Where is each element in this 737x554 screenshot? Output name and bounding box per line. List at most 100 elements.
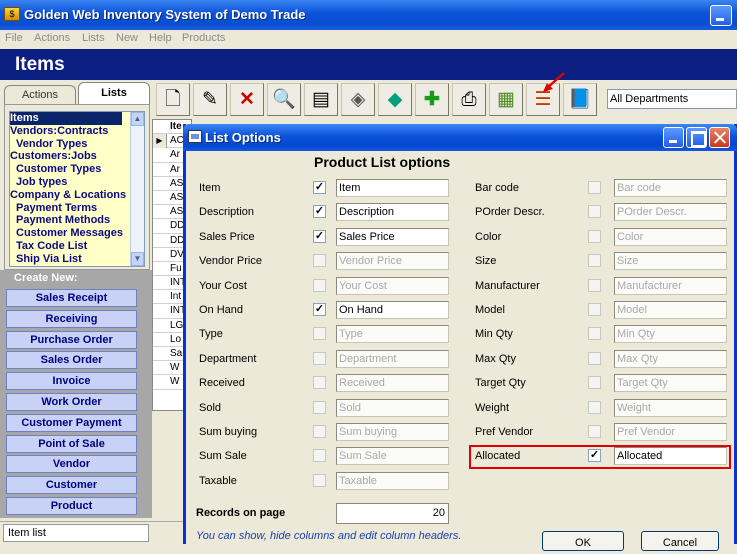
option-checkbox[interactable]: ✓ [588,449,601,463]
department-select[interactable]: All Departments [607,89,737,109]
create-sales-receipt-button[interactable]: Sales Receipt [6,289,137,307]
scroll-down-icon[interactable]: ▼ [131,252,144,266]
option-checkbox[interactable] [313,327,326,341]
option-checkbox[interactable] [313,254,326,268]
minimize-button[interactable] [710,5,732,26]
column-header-input[interactable]: Item [336,179,449,197]
edit-icon[interactable]: ✎ [193,83,227,116]
menu-new[interactable]: New [116,32,138,44]
create-receiving-button[interactable]: Receiving [6,309,137,328]
option-checkbox[interactable]: ✓ [313,303,326,316]
delete-icon[interactable]: ✕ [230,83,264,116]
menu-products[interactable]: Products [182,32,225,44]
column-header-input[interactable]: Color [614,227,727,246]
option-checkbox[interactable] [313,351,326,365]
create-customer-payment-button[interactable]: Customer Payment [6,413,137,432]
column-header-input[interactable]: Received [336,374,449,393]
list-item[interactable]: Ship Via List [10,253,144,266]
book-icon[interactable]: 📘 [563,83,597,116]
ok-button[interactable]: OK [542,531,624,551]
calculator-icon[interactable]: ▦ [489,83,523,116]
option-checkbox[interactable] [588,229,601,243]
column-header-input[interactable]: Weight [614,398,727,417]
column-header-input[interactable]: Department [336,349,449,368]
option-checkbox[interactable] [588,205,601,219]
list-item[interactable]: Vendor Types [10,138,144,151]
dialog-minimize-button[interactable] [663,127,684,148]
tab-lists[interactable]: Lists [78,82,150,104]
dialog-close-button[interactable] [709,127,730,148]
column-header-input[interactable]: Sum Sale [336,447,449,466]
column-header-input[interactable]: Your Cost [336,276,449,295]
menu-lists[interactable]: Lists [82,32,105,44]
list-item[interactable]: Vendors:Contracts [10,125,144,138]
option-checkbox[interactable] [588,181,601,194]
list-item[interactable]: Customers:Jobs [10,150,144,163]
column-header-input[interactable]: Sold [336,398,449,417]
column-header-input[interactable]: Target Qty [614,374,727,393]
column-header-input[interactable]: Sum buying [336,423,449,441]
option-checkbox[interactable] [313,278,326,292]
option-checkbox[interactable] [313,400,326,414]
list-item[interactable]: Tax Code List [10,240,144,253]
list-item[interactable]: Items [10,112,122,125]
option-checkbox[interactable] [588,278,601,292]
lists-scrollbar[interactable]: ▲ ▼ [130,112,144,266]
option-checkbox[interactable] [313,449,326,463]
option-checkbox[interactable]: ✓ [313,181,326,194]
column-header-input[interactable]: Min Qty [614,325,727,344]
gem-icon[interactable]: ◈ [341,83,375,116]
scroll-up-icon[interactable]: ▲ [131,112,144,126]
column-header-input[interactable]: Taxable [336,471,449,490]
column-header-input[interactable]: POrder Descr. [614,203,727,222]
list-item[interactable]: Job types [10,176,144,189]
list-item[interactable]: Customer Types [10,163,144,176]
column-header-input[interactable]: Vendor Price [336,252,449,271]
column-header-input[interactable]: Type [336,325,449,344]
search-icon[interactable]: 🔍 [267,83,301,116]
option-checkbox[interactable] [313,473,326,487]
records-on-page-input[interactable]: 20 [336,503,449,524]
column-header-input[interactable]: Max Qty [614,349,727,368]
create-vendor-button[interactable]: Vendor [6,455,137,474]
create-customer-button[interactable]: Customer [6,476,137,495]
option-checkbox[interactable]: ✓ [313,205,326,219]
list-item[interactable]: Payment Methods [10,214,144,227]
option-checkbox[interactable] [588,254,601,268]
menu-file[interactable]: File [5,32,23,44]
add-icon[interactable]: ✚ [415,83,449,116]
column-header-input[interactable]: On Hand [336,301,449,319]
column-header-input[interactable]: Size [614,252,727,271]
cancel-button[interactable]: Cancel [641,531,719,551]
option-checkbox[interactable] [588,376,601,390]
option-checkbox[interactable] [313,425,326,438]
lists-listbox[interactable]: ▲ ▼ Items Vendors:Contracts Vendor Types Cu… [9,111,145,267]
list-item[interactable]: Payment Terms [10,202,144,215]
column-header-input[interactable]: Bar code [614,179,727,197]
list-item[interactable]: Company & Locations [10,189,144,202]
tab-actions[interactable]: Actions [4,85,76,104]
column-header-input[interactable]: Manufacturer [614,276,727,295]
column-header-input[interactable]: Model [614,301,727,319]
option-checkbox[interactable] [313,376,326,390]
option-checkbox[interactable] [588,303,601,316]
create-product-button[interactable]: Product [6,497,137,515]
list-item[interactable]: Customer Messages [10,227,144,240]
diamond-icon[interactable]: ◆ [378,83,412,116]
option-checkbox[interactable] [588,327,601,341]
option-checkbox[interactable]: ✓ [313,229,326,243]
column-header-input[interactable]: Description [336,203,449,222]
scanner-icon[interactable]: ▤ [304,83,338,116]
option-checkbox[interactable] [588,400,601,414]
create-purchase-order-button[interactable]: Purchase Order [6,330,137,349]
create-point-of-sale-button[interactable]: Point of Sale [6,434,137,453]
new-document-icon[interactable]: 🗋 [156,83,190,116]
column-header-input[interactable]: Allocated [614,447,727,466]
option-checkbox[interactable] [588,351,601,365]
print-icon[interactable]: ⎙ [452,83,486,116]
create-sales-order-button[interactable]: Sales Order [6,351,137,370]
dialog-maximize-button[interactable] [686,127,707,148]
create-invoice-button[interactable]: Invoice [6,372,137,391]
create-work-order-button[interactable]: Work Order [6,393,137,411]
menu-help[interactable]: Help [149,32,172,44]
